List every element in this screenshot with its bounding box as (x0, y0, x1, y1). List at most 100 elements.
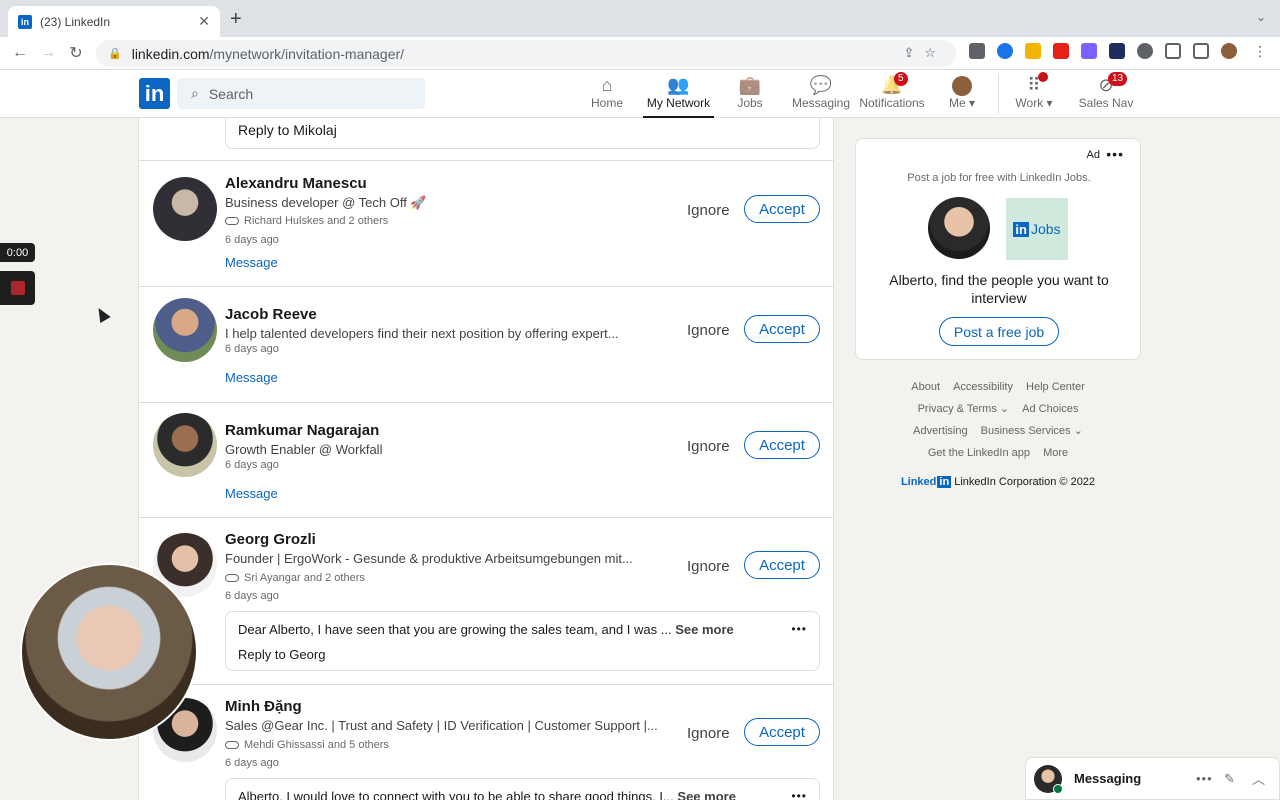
ad-more-options-icon[interactable]: ••• (1106, 146, 1124, 162)
message-link[interactable]: Message (225, 370, 278, 385)
ignore-button[interactable]: Ignore (687, 322, 730, 339)
extension-youtube-icon[interactable] (1053, 43, 1069, 59)
footer-link-ad-choices[interactable]: Ad Choices (1022, 403, 1078, 415)
extension-shield-icon[interactable] (969, 43, 985, 59)
mouse-cursor-icon (93, 304, 111, 324)
mutual-connections[interactable]: Mehdi Ghissassi and 5 others (225, 739, 389, 751)
post-free-job-button[interactable]: Post a free job (939, 317, 1059, 346)
browser-tab[interactable]: in (23) LinkedIn ✕ (8, 6, 220, 37)
messaging-bar[interactable]: Messaging ••• ✎ ︿ (1025, 757, 1280, 800)
reply-to-mikolaj[interactable]: Reply to Mikolaj (225, 118, 820, 149)
nav-jobs[interactable]: 💼 Jobs (730, 74, 770, 118)
ignore-button[interactable]: Ignore (687, 438, 730, 455)
invitation-name[interactable]: Alexandru Manescu (225, 175, 367, 192)
stop-recording-button[interactable] (0, 271, 35, 305)
accept-button[interactable]: Accept (744, 718, 820, 746)
compose-icon[interactable]: ✎ (1224, 771, 1235, 787)
search-input[interactable]: ⌕ Search (177, 78, 425, 109)
nav-me-text: Me (948, 96, 966, 110)
see-more-link[interactable]: See more (677, 789, 736, 800)
jobs-logo-in: in (1013, 221, 1029, 237)
nav-work[interactable]: ⠿ Work ▾ (1012, 72, 1056, 118)
ignore-button[interactable]: Ignore (687, 202, 730, 219)
accept-button[interactable]: Accept (744, 315, 820, 343)
jobs-ad-card: Ad ••• Post a job for free with LinkedIn… (855, 138, 1141, 360)
reload-button[interactable]: ↻ (62, 43, 90, 63)
divider (139, 517, 833, 518)
work-dot-badge (1038, 72, 1048, 82)
extension-loom-icon[interactable] (1025, 43, 1041, 59)
close-tab-icon[interactable]: ✕ (198, 13, 210, 30)
nav-sales-nav[interactable]: ⊘ 13 Sales Nav (1078, 72, 1134, 118)
accept-button[interactable]: Accept (744, 195, 820, 223)
mutual-text: Richard Hulskes and 2 others (244, 215, 389, 227)
extension-d-icon[interactable] (1081, 43, 1097, 59)
see-more-link[interactable]: See more (675, 622, 734, 637)
ad-copy: Alberto, find the people you want to int… (889, 272, 1109, 306)
message-link[interactable]: Message (225, 486, 278, 501)
recording-timer: 0:00 (0, 243, 35, 262)
address-bar[interactable]: 🔒 linkedin.com/mynetwork/invitation-mana… (96, 40, 956, 67)
footer-link-get-app[interactable]: Get the LinkedIn app (928, 447, 1030, 459)
divider (139, 286, 833, 287)
url-path: /mynetwork/invitation-manager/ (209, 45, 405, 62)
message-text: Alberto, I would love to connect with yo… (238, 789, 674, 800)
avatar[interactable] (153, 177, 217, 241)
invitation-name[interactable]: Minh Đặng (225, 698, 302, 715)
webcam-bubble[interactable] (20, 563, 198, 741)
invitation-time: 6 days ago (225, 234, 279, 246)
profile-avatar[interactable] (1221, 43, 1237, 59)
cast-icon[interactable] (1165, 43, 1181, 59)
extension-grammarly-icon[interactable] (997, 43, 1013, 59)
invitation-headline: Growth Enabler @ Workfall (225, 442, 383, 457)
footer-link-privacy-terms[interactable]: Privacy & Terms ⌄ (918, 403, 1010, 415)
footer-link-advertising[interactable]: Advertising (913, 425, 967, 437)
footer-link-business-services[interactable]: Business Services ⌄ (981, 425, 1083, 437)
new-tab-button[interactable]: + (230, 8, 242, 31)
extension-a-icon[interactable] (1109, 43, 1125, 59)
back-button[interactable]: ← (6, 44, 34, 62)
nav-messaging[interactable]: 💬 Messaging (792, 74, 850, 118)
reply-link[interactable]: Reply to Georg (238, 647, 807, 662)
more-options-icon[interactable]: ••• (791, 789, 807, 800)
tab-title: (23) LinkedIn (40, 14, 111, 29)
tab-search-icon[interactable]: ⌄ (1256, 10, 1266, 24)
extensions-puzzle-icon[interactable] (1137, 43, 1153, 59)
ignore-button[interactable]: Ignore (687, 558, 730, 575)
ignore-button[interactable]: Ignore (687, 725, 730, 742)
invitation-name[interactable]: Georg Grozli (225, 531, 316, 548)
footer-link-accessibility[interactable]: Accessibility (953, 381, 1013, 393)
invitation-time: 6 days ago (225, 757, 279, 769)
avatar[interactable] (153, 298, 217, 362)
footer-link-more[interactable]: More (1043, 447, 1068, 459)
grid-icon: ⠿ (1012, 72, 1056, 96)
linkedin-header: in ⌕ Search ⌂ Home 👥 My Network 💼 Jobs 💬… (0, 70, 1280, 118)
chevron-up-icon[interactable]: ︿ (1252, 769, 1265, 788)
invitation-name[interactable]: Jacob Reeve (225, 306, 317, 323)
nav-notifications[interactable]: 🔔 5 Notifications (858, 72, 926, 118)
messaging-more-icon[interactable]: ••• (1196, 771, 1213, 786)
search-placeholder: Search (208, 85, 254, 102)
invitation-name[interactable]: Ramkumar Nagarajan (225, 422, 379, 439)
message-link[interactable]: Message (225, 255, 278, 270)
nav-home[interactable]: ⌂ Home (585, 74, 629, 118)
mutual-connections[interactable]: Richard Hulskes and 2 others (225, 215, 388, 227)
footer-link-about[interactable]: About (911, 381, 940, 393)
mutual-connections[interactable]: Sri Ayangar and 2 others (225, 572, 365, 584)
nav-my-network[interactable]: 👥 My Network (643, 74, 714, 118)
accept-button[interactable]: Accept (744, 551, 820, 579)
more-options-icon[interactable]: ••• (791, 622, 807, 636)
footer-link-help-center[interactable]: Help Center (1026, 381, 1085, 393)
sidepanel-icon[interactable] (1193, 43, 1209, 59)
linkedin-logo[interactable]: in (139, 78, 170, 109)
nav-me[interactable]: Me ▾ (944, 74, 980, 118)
accept-button[interactable]: Accept (744, 431, 820, 459)
avatar[interactable] (153, 413, 217, 477)
share-icon[interactable]: ⇪☆ (903, 45, 946, 61)
browser-menu-icon[interactable]: ⋮ (1253, 43, 1269, 59)
invitation-time: 6 days ago (225, 459, 279, 471)
briefcase-icon: 💼 (738, 75, 762, 95)
forward-button[interactable]: → (34, 44, 62, 62)
home-icon: ⌂ (601, 75, 613, 95)
invitation-headline: I help talented developers find their ne… (225, 326, 619, 341)
